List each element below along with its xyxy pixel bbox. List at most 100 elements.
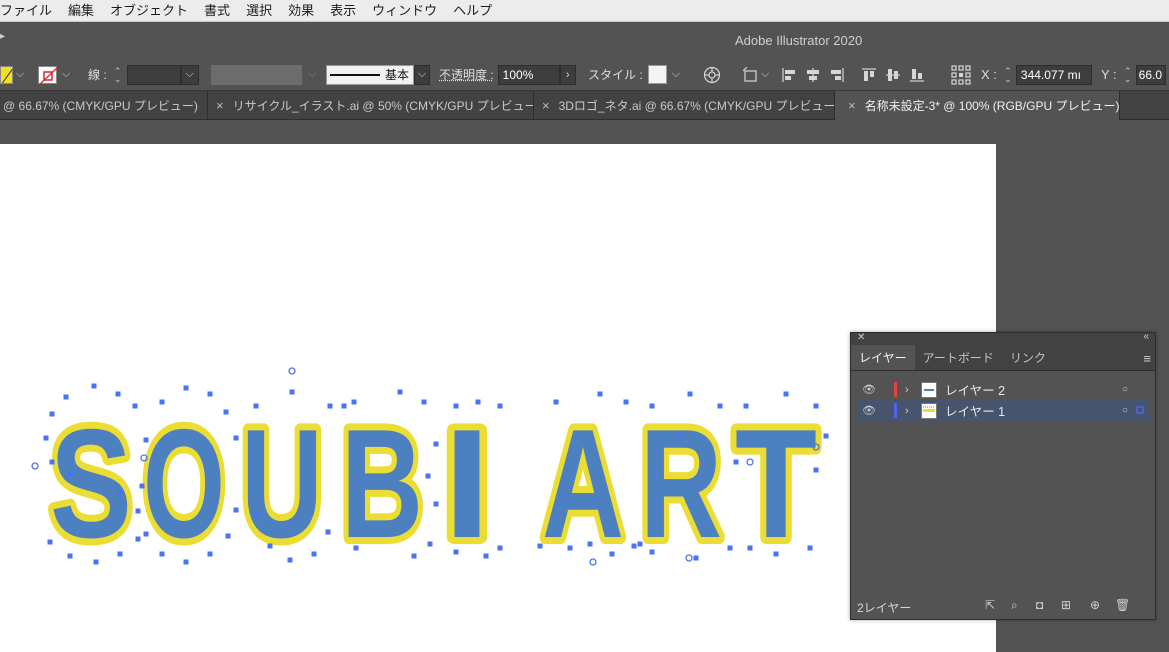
menu-window[interactable]: ウィンドウ (364, 0, 445, 22)
anchor-point[interactable] (132, 403, 138, 409)
anchor-point[interactable] (67, 471, 73, 477)
anchor-point[interactable] (733, 459, 739, 465)
anchor-point[interactable] (475, 399, 481, 405)
trash-icon[interactable]: 🗑 (1115, 598, 1130, 612)
anchor-point[interactable] (773, 551, 779, 557)
anchor-point[interactable] (609, 551, 615, 557)
letter-glyph[interactable]: S (43, 390, 139, 577)
letter-glyph[interactable]: I (436, 390, 498, 577)
panel-menu-icon[interactable]: ≡ (1143, 351, 1151, 366)
anchor-point[interactable] (425, 473, 431, 479)
opacity-input[interactable]: 100% (497, 64, 560, 85)
anchor-point[interactable] (587, 541, 593, 547)
anchor-point[interactable] (63, 394, 69, 400)
align-vertical-center-icon[interactable] (885, 67, 901, 83)
align-bottom-icon[interactable] (909, 67, 925, 83)
layer-name[interactable]: レイヤー 1 (945, 401, 1122, 420)
anchor-point[interactable] (325, 529, 331, 535)
stroke-stepper-icon[interactable]: ⌃ ⌄ (113, 66, 123, 83)
anchor-point[interactable] (351, 399, 357, 405)
anchor-point[interactable] (233, 435, 239, 441)
locate-object-icon[interactable]: ⌕ (1011, 598, 1018, 613)
tab-document-1[interactable]: i @ 66.67% (CMYK/GPU プレビュー) (0, 91, 208, 120)
anchor-point[interactable] (497, 403, 503, 409)
artwork-canvas[interactable]: SOUBIART (0, 144, 996, 652)
letter-glyph[interactable]: T (728, 390, 824, 577)
anchor-point[interactable] (183, 559, 189, 565)
collect-export-icon[interactable]: ⇱ (985, 598, 995, 612)
soubi-art-lettering[interactable]: SOUBIART (43, 390, 824, 577)
chevron-down-icon[interactable]: ⌵ (62, 68, 70, 81)
x-position-input[interactable]: 344.077 mı (1015, 64, 1092, 85)
letter-glyph[interactable]: R (633, 390, 729, 577)
variable-width-profile[interactable] (211, 64, 302, 85)
anchor-point[interactable] (115, 391, 121, 397)
recolor-artwork-icon[interactable] (703, 66, 721, 84)
anchor-point[interactable] (497, 545, 503, 551)
anchor-point[interactable] (649, 403, 655, 409)
stroke-weight-dropdown[interactable]: ⌵ (180, 64, 199, 85)
align-right-icon[interactable] (829, 67, 845, 83)
anchor-point[interactable] (623, 399, 629, 405)
target-circle-icon[interactable]: ○ (1122, 405, 1135, 416)
anchor-point[interactable] (91, 383, 97, 389)
tab-layers[interactable]: レイヤー (851, 345, 915, 370)
opacity-dropdown[interactable]: › (559, 64, 576, 85)
letter-glyph[interactable]: A (535, 390, 631, 577)
letter-glyph[interactable]: B (334, 390, 430, 577)
anchor-point[interactable] (225, 533, 231, 539)
anchor-point[interactable] (813, 403, 819, 409)
menu-object[interactable]: オブジェクト (102, 0, 196, 22)
brush-definition-field[interactable]: 基本 (326, 64, 414, 85)
menu-help[interactable]: ヘルプ (445, 0, 500, 22)
close-icon[interactable]: × (542, 98, 550, 113)
visibility-eye-icon[interactable]: 👁 (858, 404, 880, 417)
canvas-workspace[interactable]: SOUBIART ✕ « レイヤー アートボード リンク ≡ 👁 › レイヤー … (0, 120, 1169, 652)
tab-document-active[interactable]: × 名称未設定-3* @ 100% (RGB/GPU プレビュー) (835, 91, 1120, 120)
menu-file[interactable]: ファイル (0, 0, 60, 22)
anchor-point[interactable] (207, 551, 213, 557)
anchor-point[interactable] (253, 511, 259, 517)
chevron-down-icon[interactable]: ⌵ (761, 68, 769, 81)
anchor-point[interactable] (807, 545, 813, 551)
menu-effect[interactable]: 効果 (280, 0, 322, 22)
anchor-point[interactable] (143, 531, 149, 537)
anchor-point[interactable] (135, 536, 141, 542)
anchor-point[interactable] (327, 403, 333, 409)
anchor-point[interactable] (267, 543, 273, 549)
anchor-point[interactable] (233, 507, 239, 513)
anchor-point[interactable] (139, 483, 145, 489)
anchor-point[interactable] (453, 549, 459, 555)
anchor-point[interactable] (631, 543, 637, 549)
opacity-label[interactable]: 不透明度 : (439, 66, 494, 83)
artboard[interactable]: SOUBIART (0, 144, 996, 652)
anchor-point[interactable] (483, 553, 489, 559)
anchor-point[interactable] (783, 391, 789, 397)
anchor-point[interactable] (47, 539, 53, 545)
x-stepper-icon[interactable]: ⌃ ⌄ (1003, 66, 1013, 83)
anchor-point[interactable] (693, 555, 699, 561)
anchor-point[interactable] (43, 435, 49, 441)
stroke-weight-input[interactable] (126, 64, 181, 85)
anchor-point[interactable] (411, 553, 417, 559)
align-horizontal-center-icon[interactable] (805, 67, 821, 83)
chevron-down-icon[interactable]: ⌵ (308, 68, 316, 81)
anchor-point[interactable] (747, 545, 753, 551)
anchor-point[interactable] (717, 403, 723, 409)
close-icon[interactable]: × (216, 98, 224, 113)
selection-indicator[interactable] (1135, 404, 1149, 418)
close-icon[interactable]: ✕ (857, 332, 865, 343)
anchor-point[interactable] (159, 399, 165, 405)
layer-name[interactable]: レイヤー 2 (945, 380, 1122, 399)
anchor-point[interactable] (311, 551, 317, 557)
clipping-mask-icon[interactable]: ◘ (1036, 598, 1043, 612)
layer-row[interactable]: 👁 › レイヤー 2 ○ (858, 379, 1149, 400)
anchor-point[interactable] (537, 543, 543, 549)
anchor-point[interactable] (117, 551, 123, 557)
fill-color-swatch[interactable] (0, 65, 13, 84)
anchor-point[interactable] (637, 541, 643, 547)
anchor-point[interactable] (597, 391, 603, 397)
tab-document-2[interactable]: × リサイクル_イラスト.ai @ 50% (CMYK/GPU プレビュー) (208, 91, 534, 120)
anchor-point[interactable] (649, 549, 655, 555)
close-icon[interactable]: × (848, 98, 856, 113)
